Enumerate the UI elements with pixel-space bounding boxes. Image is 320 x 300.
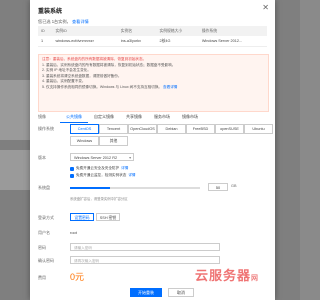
price-value: 0元: [70, 272, 85, 282]
version-value: Windows Server 2012 R2: [74, 156, 118, 160]
selection-info: 您已选 1台实例， 查看详情: [38, 19, 89, 25]
slider-fill: [70, 187, 110, 189]
login-option-ssh[interactable]: SSH 密钥: [96, 213, 120, 221]
os-option-windows[interactable]: Windows: [70, 136, 99, 146]
instance-table: ID 实例ID 实例名 实例规格大小 操作系统 1 windows-ecfdvn…: [38, 26, 267, 47]
checkbox[interactable]: [70, 166, 74, 171]
os-option-debian[interactable]: Debian: [157, 124, 186, 134]
dialog-title: 重装系统: [38, 9, 63, 15]
os-label: 操作系统: [38, 126, 54, 131]
background-panel: [0, 150, 32, 190]
table-header: 实例规格大小: [156, 26, 199, 36]
start-reinstall-button[interactable]: 开始重装: [130, 288, 162, 297]
table-cell: 1: [38, 36, 53, 47]
image-label: 镜像: [38, 114, 46, 119]
monitor-details-link[interactable]: 详情: [128, 173, 135, 178]
os-option-opencloudos[interactable]: OpenCloudOS: [128, 124, 157, 134]
table-header: 实例名: [117, 26, 157, 36]
table-cell: Windows Server 2012...: [198, 36, 267, 47]
username-value: root: [70, 230, 77, 235]
table-header: 实例ID: [52, 26, 118, 36]
selection-text: 您已选 1台实例，: [38, 19, 71, 24]
watermark: 云服务器网: [195, 265, 259, 284]
watermark-suffix: 网: [251, 273, 260, 282]
version-label: 版本: [38, 155, 46, 160]
disk-unit: GB: [231, 184, 237, 188]
disk-note: 系统盘扩容后，请登录实例中扩容分区: [70, 197, 128, 201]
background-panel: [0, 80, 32, 140]
tab-image-market[interactable]: 镜像市场: [176, 112, 204, 122]
os-option-tencent[interactable]: Tencent: [99, 124, 128, 134]
checkbox[interactable]: [70, 173, 74, 178]
reinstall-dialog: 重装系统 ✕ 您已选 1台实例， 查看详情 ID 实例ID 实例名 实例规格大小…: [30, 0, 275, 300]
disk-slider[interactable]: [70, 187, 200, 189]
confirm-password-input[interactable]: 请再次输入密码: [70, 256, 220, 264]
disk-label: 系统盘: [38, 185, 50, 190]
os-option-other[interactable]: 其他: [99, 136, 128, 146]
notice-line-text: 5. 仅支持操作系统相同的镜像切换。Windows 与 Linux 间不支持互相…: [42, 84, 163, 89]
version-select[interactable]: Windows Server 2012 R2 ▾: [70, 153, 134, 161]
tab-custom-image[interactable]: 自定义镜像: [88, 112, 120, 122]
checkbox-label: 免费开通云安全及安全防护: [76, 166, 120, 170]
security-checkbox-row[interactable]: 免费开通云安全及安全防护 详情: [70, 166, 128, 171]
cancel-button[interactable]: 取消: [168, 288, 194, 297]
chevron-down-icon: ▾: [129, 156, 131, 160]
login-label: 登录方式: [38, 215, 54, 220]
notice-details-link[interactable]: 查看详情: [163, 85, 177, 89]
password-label: 密码: [38, 245, 46, 250]
password-input[interactable]: 请输入密码: [70, 243, 220, 251]
tab-shared-image[interactable]: 共享镜像: [120, 112, 148, 122]
tab-public-image[interactable]: 公共镜像: [60, 112, 88, 123]
os-option-ubuntu[interactable]: Ubuntu: [244, 124, 273, 134]
close-icon[interactable]: ✕: [262, 4, 269, 12]
os-option-opensuse[interactable]: openSUSE: [215, 124, 244, 134]
notice-line: 5. 仅支持操作系统相同的镜像切换。Windows 与 Linux 间不支持互相…: [42, 85, 265, 91]
monitor-checkbox-row[interactable]: 免费开通云监控，检测实例状态 详情: [70, 173, 136, 178]
table-header-row: ID 实例ID 实例名 实例规格大小 操作系统: [38, 26, 267, 36]
os-option-centos[interactable]: CentOS: [70, 124, 99, 134]
disk-size-input[interactable]: 50: [208, 183, 228, 191]
notice-box: 注意：重装后，系统盘内的所有数据将被清除，恢复到初始状态。 1. 重装后，实例系…: [38, 54, 269, 112]
checkbox-label: 免费开通云监控，检测实例状态: [76, 173, 127, 177]
table-header: ID: [38, 26, 53, 36]
security-details-link[interactable]: 详情: [121, 166, 128, 171]
view-details-link[interactable]: 查看详情: [72, 19, 89, 24]
login-option-password[interactable]: 设置密码: [70, 213, 94, 221]
table-cell: ins-a3lyorkv: [117, 36, 157, 47]
watermark-text: 云服务器: [195, 269, 252, 284]
tab-service-market[interactable]: 服务市场: [148, 112, 176, 122]
table-row: 1 windows-ecfdvnmrvxzr ins-a3lyorkv 2核4G…: [38, 36, 267, 47]
username-label: 用户名: [38, 230, 50, 235]
os-option-freebsd[interactable]: FreeBSD: [186, 124, 215, 134]
price-label: 费用: [38, 275, 46, 280]
image-tabs: 公共镜像 自定义镜像 共享镜像 服务市场 镜像市场: [60, 112, 204, 123]
table-header: 操作系统: [198, 26, 267, 36]
table-cell: 2核4G: [156, 36, 199, 47]
table-cell: windows-ecfdvnmrvxzr: [52, 36, 118, 47]
confirm-password-label: 确认密码: [38, 258, 54, 263]
